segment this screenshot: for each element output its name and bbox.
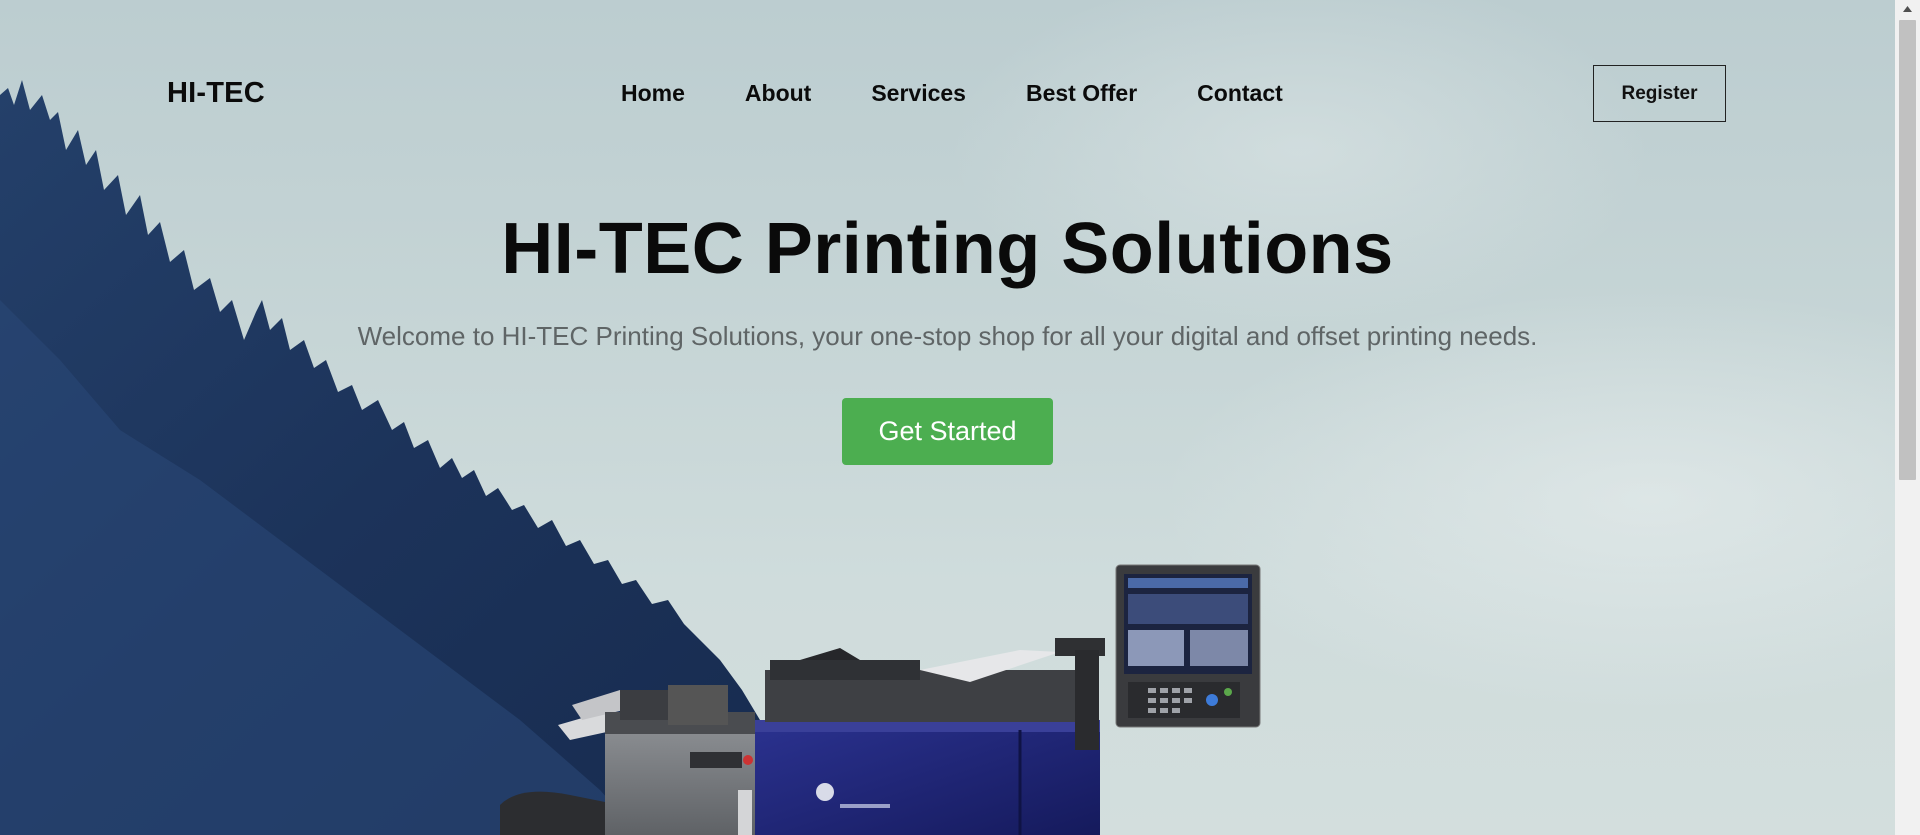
scrollbar-thumb[interactable] (1899, 20, 1916, 480)
nav-links: Home About Services Best Offer Contact (621, 80, 1283, 107)
navbar: HI-TEC Home About Services Best Offer Co… (0, 0, 1895, 188)
nav-link-home[interactable]: Home (621, 80, 685, 107)
hero-subtitle: Welcome to HI-TEC Printing Solutions, yo… (357, 321, 1538, 351)
chevron-up-icon[interactable] (1895, 0, 1920, 18)
page-background: HI-TEC Home About Services Best Offer Co… (0, 0, 1895, 835)
brand-logo[interactable]: HI-TEC (167, 77, 265, 110)
vertical-scrollbar[interactable] (1895, 0, 1920, 835)
get-started-button[interactable]: Get Started (842, 398, 1053, 465)
hero-title: HI-TEC Printing Solutions (501, 209, 1394, 289)
nav-link-contact[interactable]: Contact (1197, 80, 1283, 107)
nav-link-best-offer[interactable]: Best Offer (1026, 80, 1137, 107)
nav-link-services[interactable]: Services (871, 80, 966, 107)
register-button[interactable]: Register (1593, 65, 1726, 122)
nav-link-about[interactable]: About (745, 80, 811, 107)
printer-image (500, 564, 1261, 835)
